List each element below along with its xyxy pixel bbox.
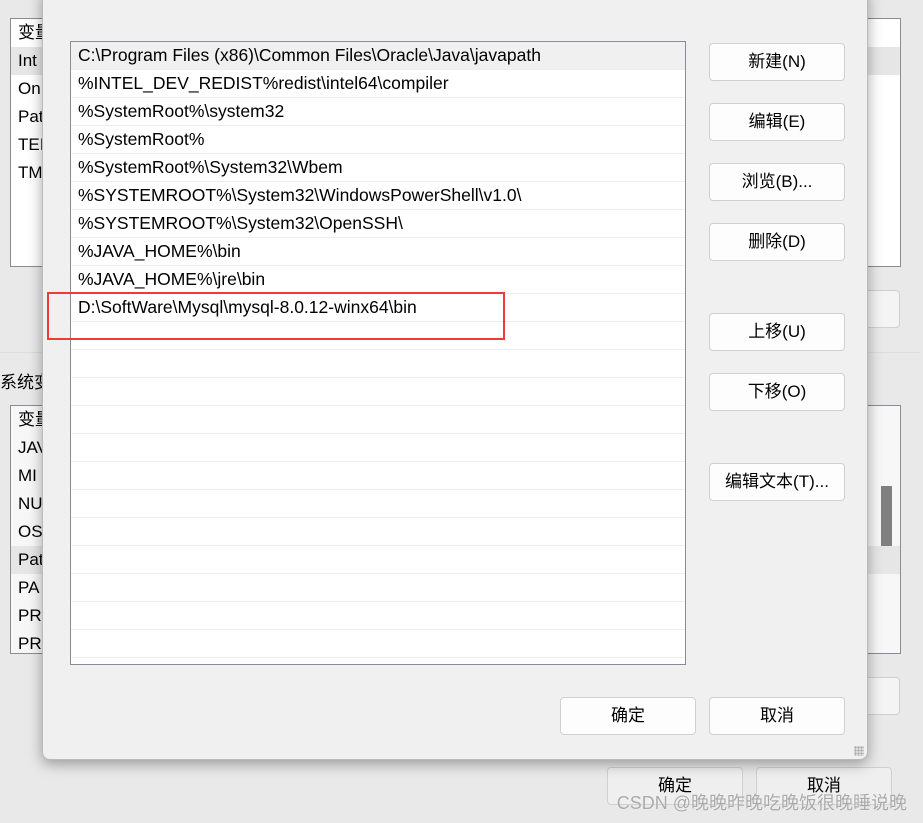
- empty-row: [71, 462, 685, 490]
- empty-row: [71, 434, 685, 462]
- edit-button[interactable]: 编辑(E): [709, 103, 845, 141]
- scrollbar-thumb[interactable]: [881, 486, 892, 546]
- empty-row: [71, 546, 685, 574]
- empty-row: [71, 602, 685, 630]
- empty-row: [71, 406, 685, 434]
- empty-row: [71, 378, 685, 406]
- empty-row: [71, 350, 685, 378]
- highlight-box: [47, 292, 505, 340]
- ok-button[interactable]: 确定: [560, 697, 696, 735]
- cancel-button[interactable]: 取消: [709, 697, 845, 735]
- list-item[interactable]: %SYSTEMROOT%\System32\OpenSSH\: [71, 210, 685, 238]
- empty-row: [71, 518, 685, 546]
- empty-row: [71, 490, 685, 518]
- list-item[interactable]: %SYSTEMROOT%\System32\WindowsPowerShell\…: [71, 182, 685, 210]
- empty-row: [71, 574, 685, 602]
- list-item[interactable]: %JAVA_HOME%\bin: [71, 238, 685, 266]
- list-item[interactable]: %JAVA_HOME%\jre\bin: [71, 266, 685, 294]
- list-item[interactable]: %INTEL_DEV_REDIST%redist\intel64\compile…: [71, 70, 685, 98]
- browse-button[interactable]: 浏览(B)...: [709, 163, 845, 201]
- watermark: CSDN @晚晚昨晚吃晚饭很晚睡说晚: [616, 793, 907, 813]
- empty-row: [71, 630, 685, 658]
- move-up-button[interactable]: 上移(U): [709, 313, 845, 351]
- edit-text-button[interactable]: 编辑文本(T)...: [709, 463, 845, 501]
- path-list[interactable]: C:\Program Files (x86)\Common Files\Orac…: [70, 41, 686, 665]
- list-item[interactable]: %SystemRoot%\System32\Wbem: [71, 154, 685, 182]
- list-item[interactable]: %SystemRoot%: [71, 126, 685, 154]
- list-item[interactable]: %SystemRoot%\system32: [71, 98, 685, 126]
- resize-grip-icon[interactable]: [854, 746, 864, 756]
- move-down-button[interactable]: 下移(O): [709, 373, 845, 411]
- delete-button[interactable]: 删除(D): [709, 223, 845, 261]
- list-item[interactable]: C:\Program Files (x86)\Common Files\Orac…: [71, 42, 685, 70]
- new-button[interactable]: 新建(N): [709, 43, 845, 81]
